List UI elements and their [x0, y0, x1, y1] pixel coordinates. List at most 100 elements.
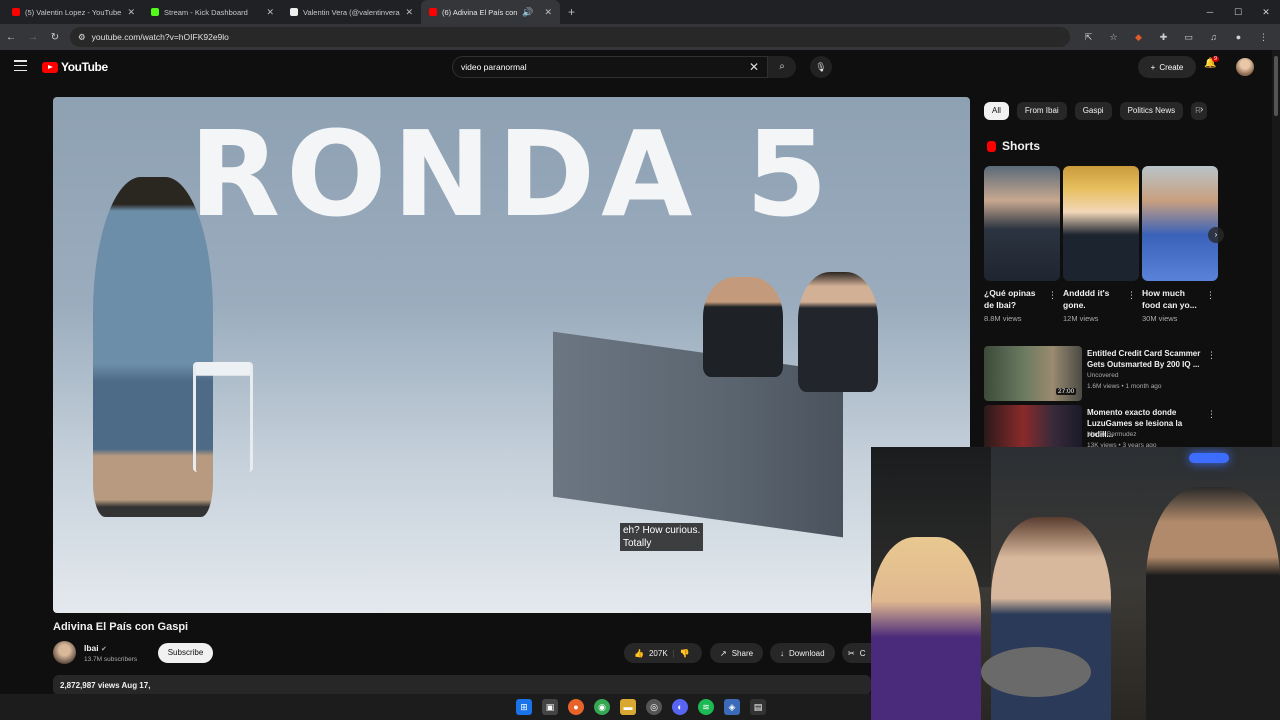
app-icon[interactable]: ◈	[724, 699, 740, 715]
search-value: video paranormal	[461, 62, 527, 72]
dislike-icon[interactable]: 👎	[680, 649, 690, 658]
shorts-icon	[987, 140, 996, 152]
notification-badge: 9	[1212, 56, 1220, 62]
notifications-bell-icon[interactable]: 🔔 9	[1204, 56, 1220, 76]
like-icon[interactable]: 👍	[634, 649, 644, 658]
chip-from-ibai[interactable]: From Ibai	[1016, 102, 1067, 120]
chevron-right-icon[interactable]: ›	[1200, 104, 1203, 115]
short-views: 8.8M views	[984, 314, 1022, 323]
chip-politics-news[interactable]: Politics News	[1119, 102, 1184, 120]
search-button[interactable]: ⌕	[768, 56, 796, 78]
short-title[interactable]: Andddd it's gone.	[1063, 287, 1125, 311]
menu-icon[interactable]	[14, 60, 27, 71]
account-avatar[interactable]	[1236, 58, 1254, 76]
task-view-icon[interactable]: ▣	[542, 699, 558, 715]
chip-gaspi[interactable]: Gaspi	[1074, 102, 1112, 120]
channel-name[interactable]: Ibai ✔	[84, 643, 107, 653]
short-thumbnail[interactable]	[1142, 166, 1218, 281]
subscribe-button[interactable]: Subscribe	[158, 643, 213, 663]
video-person-seated-right	[798, 272, 878, 392]
reload-icon[interactable]: ↻	[44, 32, 66, 43]
recommended-video[interactable]: 27:00 Entitled Credit Card Scammer Gets …	[984, 346, 1220, 402]
clip-label: C	[859, 648, 866, 658]
extension-icon[interactable]: ◆	[1126, 32, 1151, 43]
short-views: 12M views	[1063, 314, 1099, 323]
clear-search-icon[interactable]: ✕	[749, 60, 759, 74]
app-icon[interactable]: ●	[568, 699, 584, 715]
browser-tab-3[interactable]: Valentin Vera (@valentinvera0) ✕	[282, 0, 421, 24]
puzzle-extensions-icon[interactable]: ✚	[1151, 32, 1176, 43]
epic-games-icon[interactable]: ▤	[750, 699, 766, 715]
share-button[interactable]: ↗ Share	[710, 643, 764, 663]
video-player[interactable]: RONDA 5 eh? How curious. Totally	[53, 97, 970, 613]
short-thumbnail[interactable]	[1063, 166, 1139, 281]
close-tab-icon[interactable]: ✕	[544, 7, 552, 18]
windows-start-icon[interactable]: ⊞	[516, 699, 532, 715]
youtube-logo[interactable]: YouTube	[42, 60, 108, 74]
more-options-icon[interactable]: ⋮	[1127, 290, 1136, 301]
taskbar-icons: ⊞ ▣ ● ◉ ▬ ◎ ◐ ≋ ◈ ▤	[516, 699, 766, 715]
video-person-seated-left	[703, 277, 783, 377]
webcam-person-left	[871, 537, 981, 720]
browser-tab-1[interactable]: (5) Valentin Lopez - YouTube ✕	[4, 0, 143, 24]
video-channel[interactable]: Uncovered	[1087, 372, 1118, 379]
sidepanel-icon[interactable]: ▭	[1176, 32, 1201, 43]
back-icon[interactable]: ←	[0, 32, 22, 43]
maximize-icon[interactable]: ☐	[1224, 7, 1252, 18]
profile-icon[interactable]: ●	[1226, 32, 1251, 43]
short-title[interactable]: How much food can yo...	[1142, 287, 1204, 311]
clip-button[interactable]: ✂ C	[842, 643, 871, 663]
channel-avatar[interactable]	[53, 641, 76, 664]
more-options-icon[interactable]: ⋮	[1207, 350, 1216, 361]
chip-all[interactable]: All	[984, 102, 1009, 120]
more-options-icon[interactable]: ⋮	[1207, 409, 1216, 420]
browser-menu-icon[interactable]: ⋮	[1251, 32, 1276, 43]
video-chair	[193, 362, 253, 472]
discord-icon[interactable]: ◐	[672, 699, 688, 715]
file-explorer-icon[interactable]: ▬	[620, 699, 636, 715]
short-item[interactable]: ¿Qué opinas de Ibai? 8.8M views ⋮	[984, 166, 1060, 323]
chrome-icon[interactable]: ◉	[594, 699, 610, 715]
caption-line-2: Totally	[623, 538, 652, 549]
short-thumbnail[interactable]	[984, 166, 1060, 281]
browser-tab-strip: (5) Valentin Lopez - YouTube ✕ Stream - …	[0, 0, 1280, 24]
site-info-icon[interactable]: ⚙	[78, 32, 86, 43]
search-input[interactable]: video paranormal ✕	[452, 56, 768, 78]
close-tab-icon[interactable]: ✕	[266, 7, 274, 18]
like-count[interactable]: 207K	[649, 649, 668, 658]
close-window-icon[interactable]: ✕	[1252, 7, 1280, 18]
short-title[interactable]: ¿Qué opinas de Ibai?	[984, 287, 1046, 311]
shorts-next-icon[interactable]: ›	[1208, 227, 1224, 243]
bookmark-star-icon[interactable]: ☆	[1101, 32, 1126, 43]
short-item[interactable]: Andddd it's gone. 12M views ⋮	[1063, 166, 1139, 323]
short-item[interactable]: How much food can yo... 30M views ⋮	[1142, 166, 1218, 323]
video-title[interactable]: Entitled Credit Card Scammer Gets Outsma…	[1087, 348, 1207, 370]
more-options-icon[interactable]: ⋮	[1048, 290, 1057, 301]
os-taskbar: ⊞ ▣ ● ◉ ▬ ◎ ◐ ≋ ◈ ▤	[0, 694, 871, 720]
close-tab-icon[interactable]: ✕	[127, 7, 135, 18]
description-box[interactable]: 2,872,987 views Aug 17,	[53, 675, 871, 695]
more-options-icon[interactable]: ⋮	[1206, 290, 1215, 301]
app-icon[interactable]: ◎	[646, 699, 662, 715]
forward-icon[interactable]: →	[22, 32, 44, 43]
create-button[interactable]: + Create	[1138, 56, 1196, 78]
video-meta: 2,872,987 views Aug 17,	[60, 681, 151, 690]
address-bar[interactable]: ⚙ youtube.com/watch?v=hOIFK92e9lo	[70, 27, 1070, 47]
subscriber-count: 13.7M subscribers	[84, 656, 138, 663]
close-tab-icon[interactable]: ✕	[405, 7, 413, 18]
caption-line-1: eh? How curious.	[623, 525, 701, 536]
video-channel[interactable]: Marco Bermudez	[1087, 431, 1137, 438]
browser-tab-2[interactable]: Stream - Kick Dashboard ✕	[143, 0, 282, 24]
install-icon[interactable]: ⇱	[1076, 32, 1101, 43]
minimize-icon[interactable]: ─	[1196, 7, 1224, 17]
page-scrollbar[interactable]	[1272, 50, 1280, 447]
download-button[interactable]: ↓ Download	[770, 643, 835, 663]
kick-favicon-icon	[151, 8, 159, 16]
spotify-icon[interactable]: ≋	[698, 699, 714, 715]
video-meta: 1.6M views • 1 month ago	[1087, 383, 1162, 390]
new-tab-icon[interactable]: +	[560, 5, 583, 19]
browser-tab-4-active[interactable]: (6) Adivina El País con Gaspi 🔊 ✕	[421, 0, 560, 24]
voice-search-icon[interactable]: 🎙	[810, 56, 832, 78]
audio-icon[interactable]: 🔊	[522, 7, 533, 18]
media-control-icon[interactable]: ♫	[1201, 32, 1226, 43]
